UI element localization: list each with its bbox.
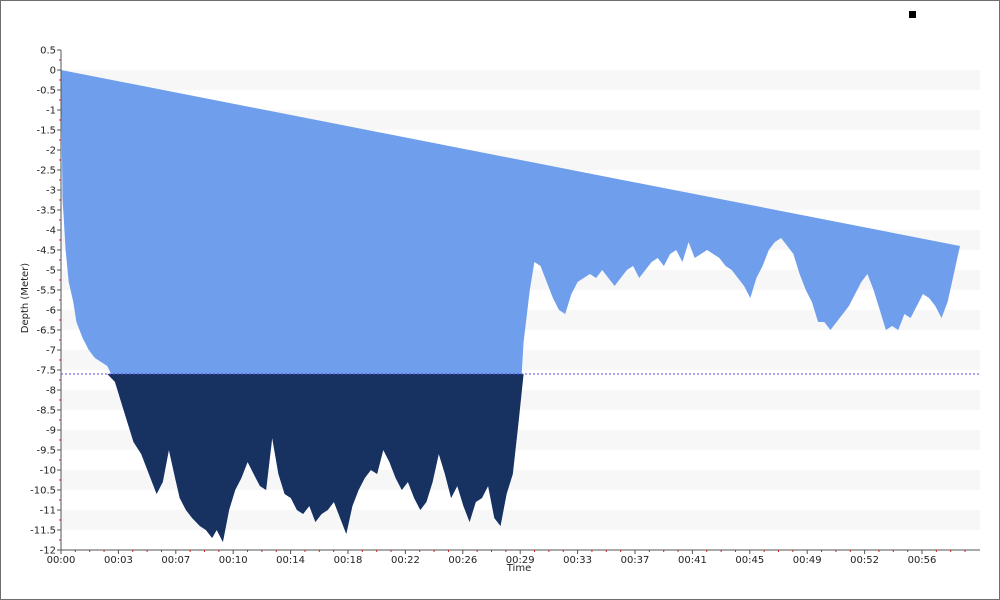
y-tick-label: -2 bbox=[46, 146, 56, 157]
y-tick-label: -6 bbox=[46, 306, 56, 317]
y-tick-label: 0.5 bbox=[40, 46, 56, 57]
x-tick-label: 00:45 bbox=[735, 555, 764, 566]
y-axis-title: Depth (Meter) bbox=[20, 263, 31, 334]
x-tick-label: 00:22 bbox=[391, 555, 420, 566]
y-axis-ticks: 0.5 0 -0.5 -1 -1.5 -2 -2.5 -3 -3.5 -4 -4.5 -5 -5.5 -6… bbox=[30, 46, 61, 557]
y-tick-label: -10 bbox=[40, 466, 56, 477]
y-tick-label: -1.5 bbox=[36, 126, 56, 137]
x-tick-label: 00:14 bbox=[276, 555, 305, 566]
x-tick-label: 00:03 bbox=[104, 555, 133, 566]
x-axis-title: Time bbox=[506, 563, 531, 574]
y-tick-label: -11 bbox=[40, 506, 56, 517]
x-tick-label: 00:33 bbox=[563, 555, 592, 566]
depth-chart: 0.5 0 -0.5 -1 -1.5 -2 -2.5 -3 -3.5 -4 -4.5 -5 -5.5 -6… bbox=[20, 11, 980, 574]
x-tick-label: 00:41 bbox=[678, 555, 707, 566]
x-tick-label: 00:07 bbox=[161, 555, 190, 566]
y-tick-label: -9 bbox=[46, 426, 56, 437]
x-tick-label: 00:18 bbox=[334, 555, 363, 566]
y-tick-label: -3.5 bbox=[36, 206, 56, 217]
y-tick-label: -7.5 bbox=[36, 366, 56, 377]
x-tick-label: 00:37 bbox=[621, 555, 650, 566]
x-tick-label: 00:56 bbox=[908, 555, 937, 566]
grid-band bbox=[61, 70, 980, 90]
y-tick-label: -5 bbox=[46, 266, 56, 277]
y-tick-label: -1 bbox=[46, 106, 56, 117]
legend-marker bbox=[909, 11, 916, 18]
y-tick-label: -8.5 bbox=[36, 406, 56, 417]
y-tick-label: -10.5 bbox=[30, 486, 56, 497]
x-tick-label: 00:52 bbox=[850, 555, 879, 566]
y-tick-label: -0.5 bbox=[36, 86, 56, 97]
x-tick-label: 00:26 bbox=[448, 555, 477, 566]
x-tick-label: 00:10 bbox=[219, 555, 248, 566]
y-tick-label: 0 bbox=[50, 66, 56, 77]
y-tick-label: -8 bbox=[46, 386, 56, 397]
y-tick-label: -4 bbox=[46, 226, 56, 237]
y-tick-label: -3 bbox=[46, 186, 56, 197]
y-tick-label: -5.5 bbox=[36, 286, 56, 297]
y-tick-label: -11.5 bbox=[30, 526, 56, 537]
y-tick-label: -7 bbox=[46, 346, 56, 357]
x-tick-label: 00:00 bbox=[47, 555, 76, 566]
y-tick-label: -6.5 bbox=[36, 326, 56, 337]
y-tick-label: -2.5 bbox=[36, 166, 56, 177]
x-tick-label: 00:49 bbox=[793, 555, 822, 566]
y-tick-label: -9.5 bbox=[36, 446, 56, 457]
y-tick-label: -4.5 bbox=[36, 246, 56, 257]
